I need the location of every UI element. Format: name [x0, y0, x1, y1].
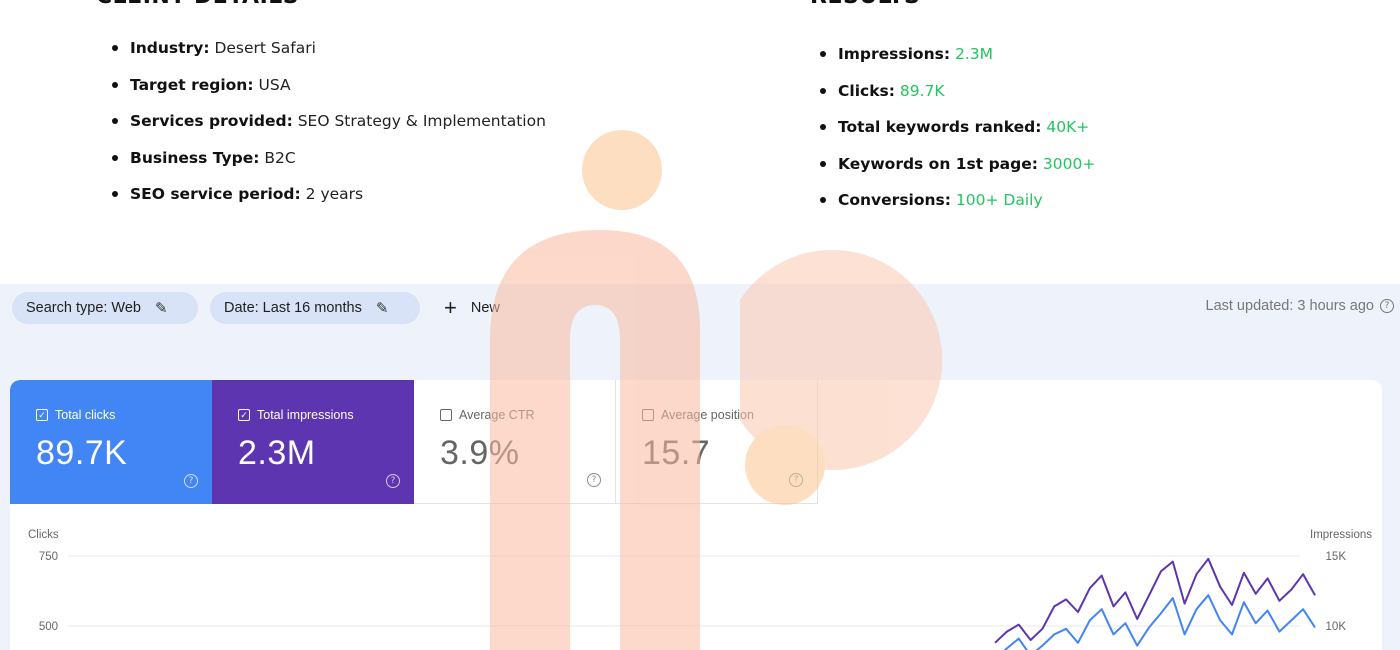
- list-item: Impressions: 2.3M: [820, 42, 1095, 79]
- help-icon[interactable]: ?: [1380, 299, 1394, 313]
- metric-value: 3.9%: [440, 434, 520, 472]
- last-updated-status: Last updated: 3 hours ago ?: [1205, 298, 1394, 314]
- metric-label: Total clicks: [55, 408, 116, 422]
- search-console-panel: Search type: Web ✎ Date: Last 16 months …: [0, 284, 1400, 650]
- list-item: Clicks: 89.7K: [820, 79, 1095, 116]
- checkbox-checked-icon[interactable]: ✓: [36, 409, 48, 421]
- help-icon[interactable]: ?: [587, 473, 601, 487]
- checkbox-unchecked-icon[interactable]: [440, 409, 452, 421]
- date-filter-chip[interactable]: Date: Last 16 months ✎: [210, 292, 420, 324]
- metric-label: Average position: [661, 408, 754, 422]
- new-label: New: [470, 300, 500, 316]
- help-icon[interactable]: ?: [386, 474, 400, 488]
- help-icon[interactable]: ?: [789, 473, 803, 487]
- last-updated-text: Last updated: 3 hours ago: [1205, 298, 1375, 314]
- metric-label: Average CTR: [459, 408, 535, 422]
- pencil-icon: ✎: [375, 300, 389, 317]
- client-details-heading: CLEINT DETAILS: [96, 0, 299, 9]
- client-details-list: Industry: Desert Safari Target region: U…: [112, 36, 546, 219]
- metric-label: Total impressions: [257, 408, 354, 422]
- date-label: Date: Last 16 months: [224, 300, 362, 316]
- checkbox-checked-icon[interactable]: ✓: [238, 409, 250, 421]
- metric-total-clicks[interactable]: ✓ Total clicks 89.7K ?: [10, 380, 212, 504]
- metric-average-position[interactable]: Average position 15.7 ?: [616, 380, 818, 504]
- list-item: Industry: Desert Safari: [112, 36, 546, 73]
- help-icon[interactable]: ?: [184, 474, 198, 488]
- series-line-clicks: [1003, 594, 1316, 650]
- y-left-axis-label: Clicks: [28, 529, 59, 541]
- y-right-tick: 10K: [1326, 621, 1347, 633]
- results-heading: RESULTS: [810, 0, 920, 9]
- metric-value: 2.3M: [238, 434, 316, 472]
- y-right-axis-label: Impressions: [1310, 529, 1372, 541]
- series-line-impressions: [994, 557, 1316, 644]
- search-type-filter-chip[interactable]: Search type: Web ✎: [12, 292, 198, 324]
- list-item: Target region: USA: [112, 73, 546, 110]
- search-type-label: Search type: Web: [26, 300, 141, 316]
- metric-value: 89.7K: [36, 434, 128, 472]
- list-item: Total keywords ranked: 40K+: [820, 115, 1095, 152]
- list-item: Conversions: 100+ Daily: [820, 188, 1095, 225]
- performance-card: ✓ Total clicks 89.7K ? ✓ Total impressions…: [10, 380, 1382, 650]
- list-item: Keywords on 1st page: 3000+: [820, 152, 1095, 189]
- plus-icon: +: [444, 295, 457, 320]
- chart-series-layer: [994, 557, 1316, 650]
- y-left-tick: 750: [39, 551, 58, 563]
- metric-value: 15.7: [642, 434, 711, 472]
- y-left-tick: 500: [39, 621, 58, 633]
- pencil-icon: ✎: [155, 300, 168, 317]
- checkbox-unchecked-icon[interactable]: [642, 409, 654, 421]
- metric-total-impressions[interactable]: ✓ Total impressions 2.3M ?: [212, 380, 414, 504]
- list-item: Business Type: B2C: [112, 146, 546, 183]
- performance-chart: Clicks Impressions 750 500 15K 10K: [28, 529, 1372, 650]
- metric-average-ctr[interactable]: Average CTR 3.9% ?: [414, 380, 616, 504]
- watermark-dot: [582, 130, 662, 210]
- new-filter-button[interactable]: + New: [444, 294, 500, 322]
- y-right-tick: 15K: [1326, 551, 1347, 563]
- results-list: Impressions: 2.3M Clicks: 89.7K Total ke…: [820, 42, 1095, 225]
- list-item: SEO service period: 2 years: [112, 182, 546, 219]
- list-item: Services provided: SEO Strategy & Implem…: [112, 109, 546, 146]
